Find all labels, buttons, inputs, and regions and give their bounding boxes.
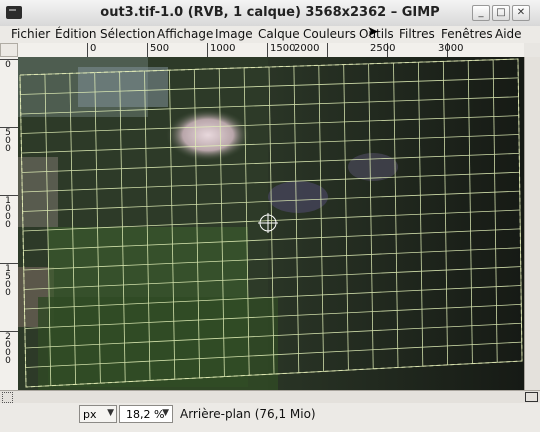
menu-calque[interactable]: Calque — [258, 27, 300, 41]
menu-affichage[interactable]: Affichage — [157, 27, 213, 41]
horizontal-scrollbar[interactable] — [0, 390, 540, 403]
horizontal-ruler[interactable]: 0 500 1000 1500 2000 2500 3000 — [18, 43, 524, 58]
vertical-ruler[interactable]: 0 500 1000 1500 2000 — [0, 57, 19, 390]
menu-edition[interactable]: Édition — [55, 27, 97, 41]
blossom-tree — [166, 109, 250, 161]
unit-select[interactable]: px ▼ — [79, 405, 117, 423]
chevron-down-icon: ▼ — [107, 408, 114, 418]
menu-selection[interactable]: Sélection — [100, 27, 155, 41]
gimp-image-window: out3.tif-1.0 (RVB, 1 calque) 3568x2362 –… — [0, 0, 540, 432]
quick-mask-toggle-icon[interactable] — [2, 392, 13, 403]
menu-bar: Fichier Édition Sélection Affichage Imag… — [0, 26, 540, 43]
hruler-label: 3000 — [438, 43, 464, 54]
ruler-corner-button[interactable] — [0, 43, 18, 57]
unit-value: px — [83, 408, 97, 421]
chevron-down-icon: ▼ — [162, 408, 169, 418]
zoom-select[interactable]: 18,2 % ▼ — [119, 405, 173, 423]
hruler-label: 1000 — [210, 43, 236, 54]
menu-aide[interactable]: Aide — [495, 27, 522, 41]
menu-fenetres[interactable]: Fenêtres — [441, 27, 493, 41]
vruler-label: 1000 — [5, 196, 11, 230]
hruler-label: 2000 — [294, 43, 320, 54]
hruler-label: 0 — [90, 43, 97, 54]
mouse-pointer-icon: ➤ — [367, 24, 379, 40]
vruler-label: 2000 — [5, 332, 11, 366]
title-bar[interactable]: out3.tif-1.0 (RVB, 1 calque) 3568x2362 –… — [0, 0, 540, 27]
zoom-value: 18,2 % — [126, 408, 165, 421]
vruler-label: 0 — [5, 60, 11, 70]
image-canvas[interactable] — [18, 57, 524, 390]
layer-status-text: Arrière-plan (76,1 Mio) — [180, 407, 316, 421]
vertical-scrollbar[interactable] — [524, 57, 540, 390]
hruler-label: 500 — [150, 43, 170, 54]
close-button[interactable]: ✕ — [512, 5, 530, 21]
menu-fichier[interactable]: Fichier — [11, 27, 50, 41]
menu-couleurs[interactable]: Couleurs — [303, 27, 356, 41]
minimize-button[interactable]: _ — [472, 5, 490, 21]
vruler-label: 1500 — [5, 264, 11, 298]
window-title: out3.tif-1.0 (RVB, 1 calque) 3568x2362 –… — [100, 5, 440, 20]
canvas-image — [18, 57, 524, 390]
vruler-label: 500 — [5, 128, 11, 154]
hruler-label: 1500 — [270, 43, 296, 54]
menu-image[interactable]: Image — [215, 27, 253, 41]
menu-filtres[interactable]: Filtres — [399, 27, 435, 41]
maximize-button[interactable]: □ — [492, 5, 510, 21]
navigate-icon[interactable] — [525, 392, 538, 402]
hruler-label: 2500 — [370, 43, 396, 54]
